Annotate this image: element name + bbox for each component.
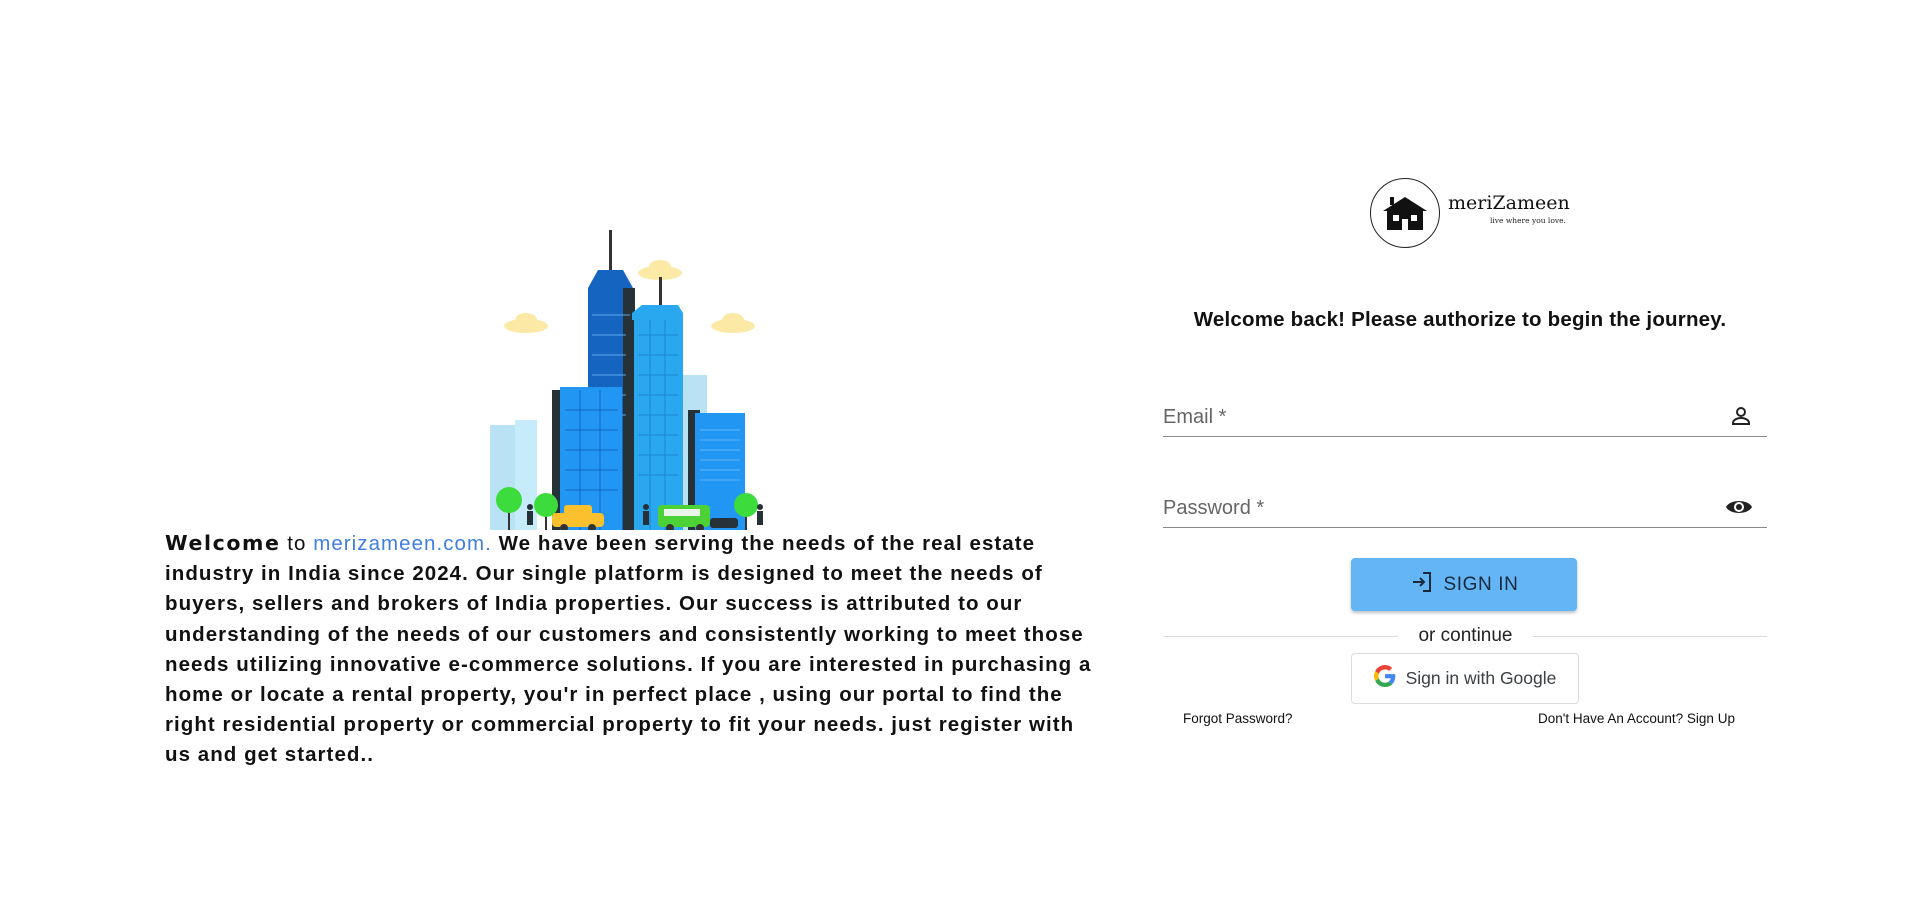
intro-welcome: Welcome: [165, 531, 281, 555]
forgot-password-link[interactable]: Forgot Password?: [1183, 711, 1293, 726]
brand-name: meriZameen: [1448, 192, 1570, 214]
eye-icon[interactable]: [1725, 495, 1753, 524]
intro-to: to: [287, 532, 307, 555]
sign-in-button[interactable]: SIGN IN: [1351, 558, 1577, 611]
house-icon: [1383, 197, 1427, 230]
password-field[interactable]: Password *: [1163, 487, 1767, 528]
login-headline: Welcome back! Please authorize to begin …: [1193, 308, 1727, 331]
site-link[interactable]: merizameen.com.: [313, 532, 492, 555]
brand-logo: meriZameen live where you love.: [1370, 178, 1570, 252]
person-icon: [1729, 404, 1753, 433]
logo-emblem: [1370, 178, 1440, 248]
login-icon: [1410, 570, 1434, 600]
divider-text: or continue: [1398, 625, 1533, 647]
sign-in-label: SIGN IN: [1443, 573, 1519, 595]
email-field[interactable]: Email *: [1163, 396, 1767, 437]
city-illustration: [480, 225, 770, 532]
google-sign-in-button[interactable]: Sign in with Google: [1351, 653, 1579, 704]
password-label: Password *: [1163, 497, 1265, 519]
google-icon: [1373, 665, 1396, 692]
intro-body: We have been serving the needs of the re…: [165, 532, 1092, 767]
intro-paragraph: Welcome to merizameen.com. We have been …: [165, 528, 1095, 771]
google-label: Sign in with Google: [1405, 668, 1557, 688]
email-label: Email *: [1163, 406, 1227, 428]
sign-up-link[interactable]: Don't Have An Account? Sign Up: [1538, 711, 1735, 726]
brand-tagline: live where you love.: [1490, 216, 1566, 225]
